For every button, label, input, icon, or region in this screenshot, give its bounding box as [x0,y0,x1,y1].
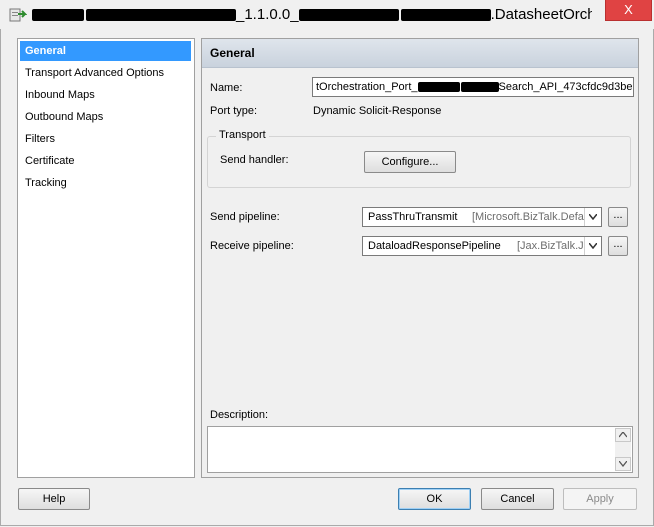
receive-pipeline-browse-button[interactable]: ... [608,236,628,256]
send-pipeline-browse-button[interactable]: ... [608,207,628,227]
biztalk-port-icon [9,8,27,22]
window-title: _1.1.0.0_.DatasheetOrche... [32,6,592,24]
send-pipeline-select[interactable]: PassThruTransmit [Microsoft.BizTalk.Defa [362,207,602,227]
section-header: General [202,39,638,68]
scroll-down-icon[interactable] [615,457,631,471]
redacted-block [86,9,236,22]
name-field[interactable]: tOrchestration_Port_ Search_API_473cfdc9d… [312,77,634,97]
receive-pipeline-label: Receive pipeline: [210,240,294,252]
sidebar-item-general[interactable]: General [20,41,191,61]
general-panel: General Name: tOrchestration_Port_ Search… [201,38,639,478]
cancel-button[interactable]: Cancel [481,488,554,510]
redacted-block [32,9,84,22]
scroll-up-icon[interactable] [615,428,631,442]
ok-button[interactable]: OK [398,488,471,510]
chevron-down-icon [584,208,601,226]
redacted-block [460,82,499,93]
receive-pipeline-select[interactable]: DataloadResponsePipeline [Jax.BizTalk.J [362,236,602,256]
chevron-down-icon [584,237,601,255]
configure-button[interactable]: Configure... [364,151,456,173]
sidebar-item-certificate[interactable]: Certificate [20,151,191,171]
transport-group: Transport Send handler: Configure... [207,129,631,188]
description-scrollbar[interactable] [615,428,631,471]
title-bar: _1.1.0.0_.DatasheetOrche... X [0,0,654,30]
section-title: General [210,46,255,60]
close-button[interactable]: X [605,0,652,21]
sidebar: General Transport Advanced Options Inbou… [17,38,195,478]
sidebar-item-tracking[interactable]: Tracking [20,173,191,193]
apply-button[interactable]: Apply [563,488,637,510]
port-type-label: Port type: [210,105,258,117]
redacted-block [417,82,460,93]
sidebar-item-inbound-maps[interactable]: Inbound Maps [20,85,191,105]
sidebar-item-transport-advanced-options[interactable]: Transport Advanced Options [20,63,191,83]
sidebar-item-filters[interactable]: Filters [20,129,191,149]
name-label: Name: [210,82,243,94]
send-handler-label: Send handler: [220,154,289,166]
redacted-block [298,9,399,22]
send-pipeline-label: Send pipeline: [210,211,280,223]
description-textarea[interactable] [207,426,633,473]
sidebar-item-outbound-maps[interactable]: Outbound Maps [20,107,191,127]
port-type-value: Dynamic Solicit-Response [313,105,442,117]
transport-group-title: Transport [216,129,269,141]
description-label: Description: [210,409,269,421]
redacted-block [400,9,491,22]
close-icon: X [624,2,633,17]
help-button[interactable]: Help [18,488,90,510]
